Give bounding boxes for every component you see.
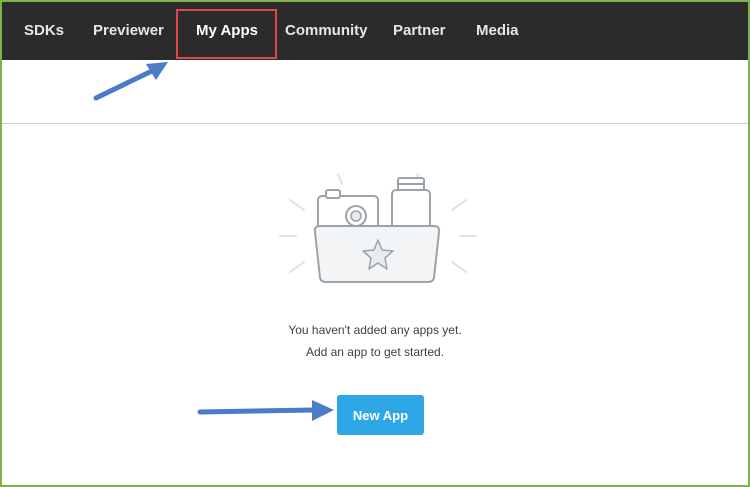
- nav-item-media[interactable]: Media: [476, 2, 519, 60]
- my-apps-highlight-box: [176, 9, 277, 59]
- nav-item-sdks[interactable]: SDKs: [24, 2, 64, 60]
- new-app-button[interactable]: New App: [337, 395, 424, 435]
- empty-state-message-line-2: Add an app to get started.: [305, 345, 445, 359]
- empty-folder-illustration-icon: [279, 173, 477, 283]
- nav-item-partner[interactable]: Partner: [393, 2, 446, 60]
- annotation-arrow-right-icon: [197, 400, 334, 421]
- nav-item-community[interactable]: Community: [285, 2, 368, 60]
- top-navbar: SDKs Previewer My Apps Community Partner…: [2, 2, 748, 60]
- empty-state-message-line-1: You haven't added any apps yet.: [288, 323, 462, 337]
- annotation-arrow-up-icon: [93, 62, 168, 101]
- nav-item-previewer[interactable]: Previewer: [93, 2, 164, 60]
